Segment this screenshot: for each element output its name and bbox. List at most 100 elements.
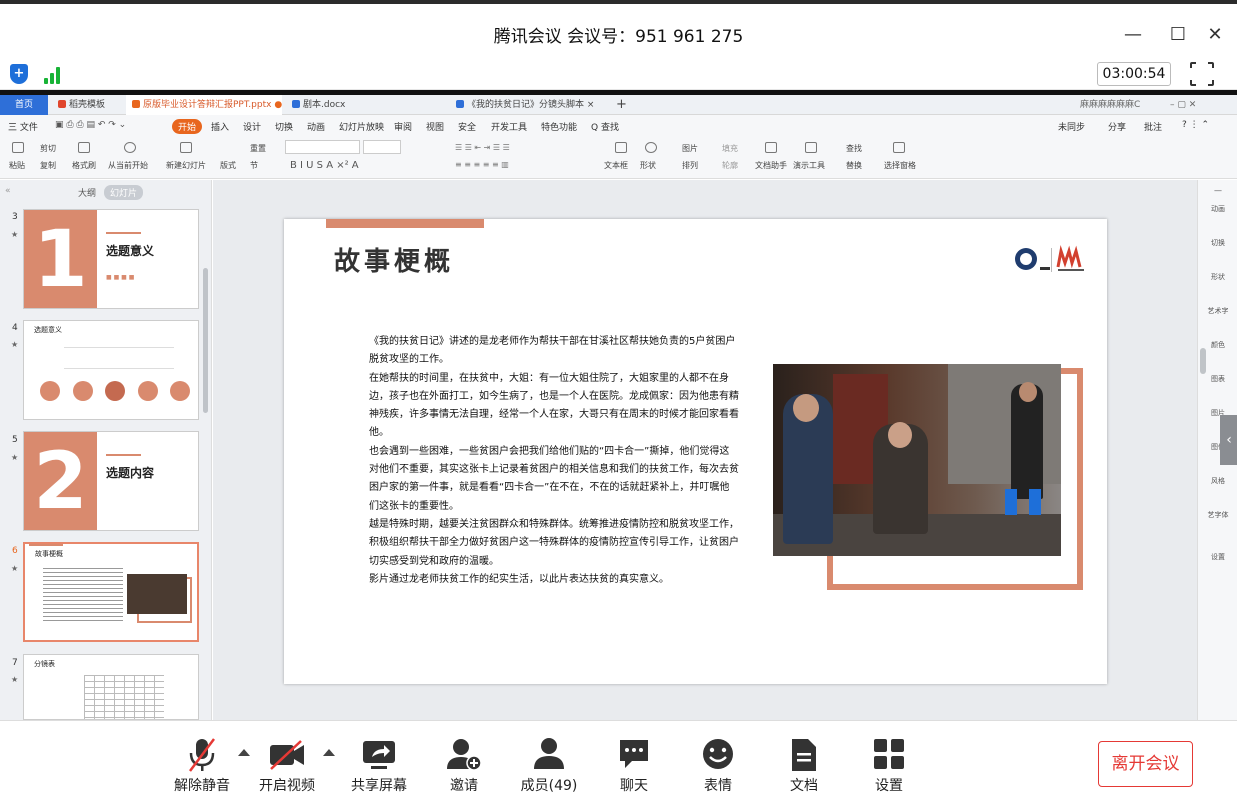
help-icon[interactable]: ? ⋮ ⌃ — [1182, 120, 1209, 130]
presenter-icon[interactable] — [805, 142, 817, 153]
select-pane-icon[interactable] — [893, 142, 905, 153]
maximize-button[interactable]: ☐ — [1163, 22, 1193, 48]
documents-button[interactable]: 文档 — [780, 735, 828, 797]
select-pane-button[interactable]: 选择窗格 — [884, 160, 916, 171]
menu-security[interactable]: 安全 — [458, 120, 476, 133]
account-name[interactable]: 麻麻麻麻麻麻C — [1074, 95, 1164, 115]
comment-link[interactable]: 批注 — [1144, 120, 1162, 133]
chat-button[interactable]: 聊天 — [610, 735, 658, 797]
tab-docer[interactable]: 稻壳模板 — [52, 95, 124, 115]
invite-button[interactable]: 邀请 — [440, 735, 488, 797]
slide-thumb-3[interactable]: 1 选题意义 ■ ■ ■ ■ — [23, 209, 199, 309]
font-family-select[interactable] — [285, 140, 360, 154]
emoji-button[interactable]: 表情 — [694, 735, 742, 797]
align-icons[interactable]: ≡ ≡ ≡ ≡ ≡ ▥ — [455, 160, 509, 169]
menu-view[interactable]: 视图 — [426, 120, 444, 133]
right-animation[interactable]: 动画 — [1198, 204, 1237, 214]
menu-file[interactable]: 三 文件 — [8, 120, 38, 133]
tab-outline[interactable]: 大纲 — [78, 186, 96, 199]
menu-find[interactable]: Q 查找 — [591, 120, 619, 133]
minimize-button[interactable]: — — [1118, 22, 1148, 48]
menu-review[interactable]: 审阅 — [394, 120, 412, 133]
right-style[interactable]: 风格 — [1198, 476, 1237, 486]
find-button[interactable]: 查找 — [846, 143, 862, 154]
play-icon[interactable] — [124, 142, 136, 153]
leave-meeting-button[interactable]: 离开会议 — [1098, 741, 1193, 787]
slide-thumb-7[interactable]: 分镜表 — [23, 654, 199, 720]
new-slide-button[interactable]: 新建幻灯片 — [166, 160, 206, 171]
collapse-icon[interactable]: — — [1198, 186, 1237, 195]
share-screen-button[interactable]: 共享屏幕 — [346, 735, 412, 797]
wps-window-controls[interactable]: – ▢ ✕ — [1170, 95, 1236, 115]
start-video-button[interactable]: 开启视频 — [255, 735, 319, 797]
slide-thumb-6[interactable]: 故事梗概 — [23, 542, 199, 642]
menu-features[interactable]: 特色功能 — [541, 120, 577, 133]
share-link[interactable]: 分享 — [1108, 120, 1126, 133]
audio-options-caret-icon[interactable] — [238, 749, 250, 756]
fullscreen-icon[interactable] — [1189, 61, 1215, 87]
slide-thumb-5[interactable]: 2 选题内容 — [23, 431, 199, 531]
security-shield-icon[interactable]: + — [10, 64, 28, 84]
tab-home[interactable]: 首页 — [0, 95, 48, 115]
fill-button[interactable]: 填充 — [722, 143, 738, 154]
members-button[interactable]: 成员(49) — [516, 735, 582, 797]
paste-icon[interactable] — [12, 142, 24, 153]
textbox-button[interactable]: 文本框 — [604, 160, 628, 171]
paragraph-icons[interactable]: ☰ ☰ ⇤ ⇥ ☰ ☰ — [455, 143, 510, 152]
cut-button[interactable]: 剪切 — [40, 143, 56, 154]
arrange-button[interactable]: 排列 — [682, 160, 698, 171]
settings-button[interactable]: 设置 — [865, 735, 913, 797]
signal-strength-icon[interactable] — [44, 64, 64, 84]
right-transition[interactable]: 切换 — [1198, 238, 1237, 248]
tab-script[interactable]: 《我的扶贫日记》分镜头脚本 × — [450, 95, 610, 115]
menu-transition[interactable]: 切换 — [275, 120, 293, 133]
outline-button[interactable]: 轮廓 — [722, 160, 738, 171]
tab-docx[interactable]: 剧本.docx — [286, 95, 442, 115]
slide-photo[interactable] — [773, 364, 1061, 556]
shape-icon[interactable] — [645, 142, 657, 153]
tab-close-icon[interactable]: ● — [274, 100, 282, 110]
menu-start[interactable]: 开始 — [172, 119, 203, 134]
quick-access-icons[interactable]: ▣ ⎙ ⎙ ▤ ↶ ↷ ⌄ — [55, 120, 126, 130]
presenter-tools-button[interactable]: 演示工具 — [793, 160, 825, 171]
new-slide-icon[interactable] — [180, 142, 192, 153]
right-shape[interactable]: 形状 — [1198, 272, 1237, 282]
menu-design[interactable]: 设计 — [243, 120, 261, 133]
text-format-icons[interactable]: B I U S A ×² A — [290, 160, 359, 171]
video-options-caret-icon[interactable] — [323, 749, 335, 756]
unmute-button[interactable]: 解除静音 — [170, 735, 234, 797]
tab-pptx[interactable]: 原版毕业设计答辩汇报PPT.pptx ● — [126, 95, 282, 115]
format-painter-icon[interactable] — [78, 142, 90, 153]
menu-slideshow[interactable]: 幻灯片放映 — [339, 120, 384, 133]
menu-insert[interactable]: 插入 — [211, 120, 229, 133]
from-current-button[interactable]: 从当前开始 — [108, 160, 148, 171]
font-size-select[interactable] — [363, 140, 401, 154]
copy-button[interactable]: 复制 — [40, 160, 56, 171]
shape-button[interactable]: 形状 — [640, 160, 656, 171]
chevron-left-icon[interactable]: ‹ — [1220, 415, 1237, 465]
thumbnail-scrollbar[interactable] — [203, 268, 208, 413]
format-painter-button[interactable]: 格式刷 — [72, 160, 96, 171]
right-font[interactable]: 艺字体 — [1198, 510, 1237, 520]
sync-status[interactable]: 未同步 — [1058, 120, 1085, 133]
textbox-icon[interactable] — [615, 142, 627, 153]
new-tab-button[interactable]: + — [616, 95, 636, 115]
menu-animation[interactable]: 动画 — [307, 120, 325, 133]
reset-button[interactable]: 重置 — [250, 143, 266, 154]
close-button[interactable]: ✕ — [1200, 22, 1230, 48]
right-wordart[interactable]: 艺术字 — [1198, 306, 1237, 316]
layout-button[interactable]: 版式 — [220, 160, 236, 171]
replace-button[interactable]: 替换 — [846, 160, 862, 171]
menu-devtools[interactable]: 开发工具 — [491, 120, 527, 133]
tab-slides[interactable]: 幻灯片 — [104, 185, 144, 200]
right-settings[interactable]: 设置 — [1198, 552, 1237, 562]
current-slide[interactable]: 故事梗概 《我的扶贫日记》讲述的是龙老师作为帮扶干部在甘溪社区帮扶她负责的5户贫… — [284, 219, 1107, 684]
doc-helper-icon[interactable] — [765, 142, 777, 153]
right-chart[interactable]: 图表 — [1198, 374, 1237, 384]
paste-button[interactable]: 粘贴 — [9, 160, 25, 171]
doc-helper-button[interactable]: 文档助手 — [755, 160, 787, 171]
canvas-scrollbar[interactable] — [1200, 348, 1206, 374]
section-button[interactable]: 节 — [250, 160, 258, 171]
slide-thumb-4[interactable]: 选题意义 — [23, 320, 199, 420]
picture-button[interactable]: 图片 — [682, 143, 698, 154]
